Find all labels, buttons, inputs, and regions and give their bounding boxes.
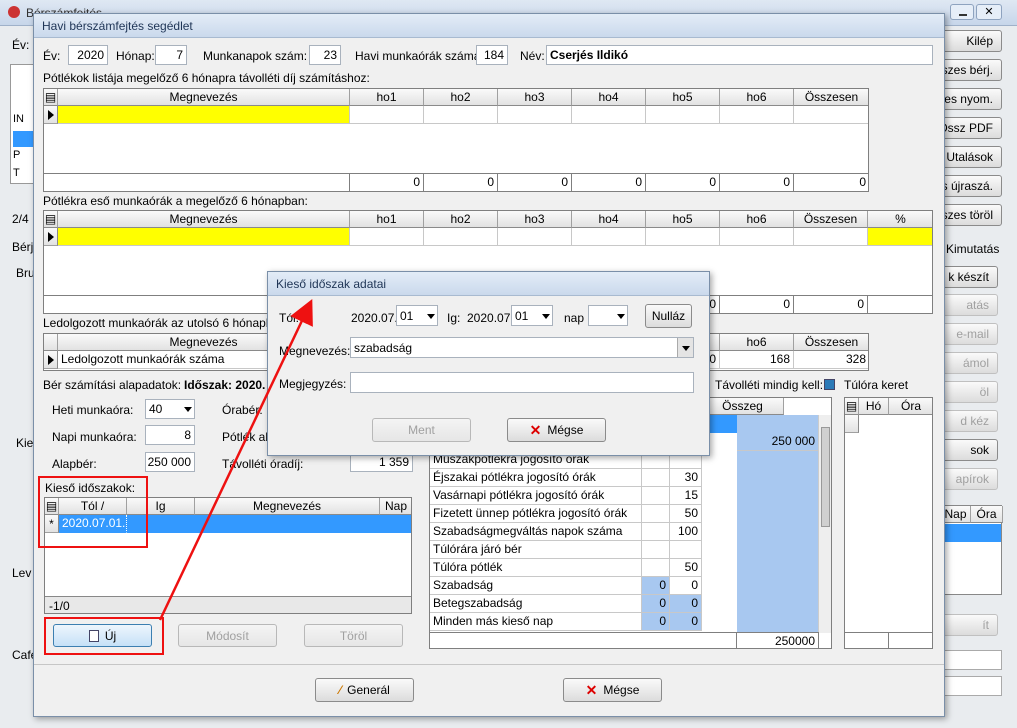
annotation-arrow — [158, 298, 313, 621]
arrow-line — [158, 298, 313, 621]
